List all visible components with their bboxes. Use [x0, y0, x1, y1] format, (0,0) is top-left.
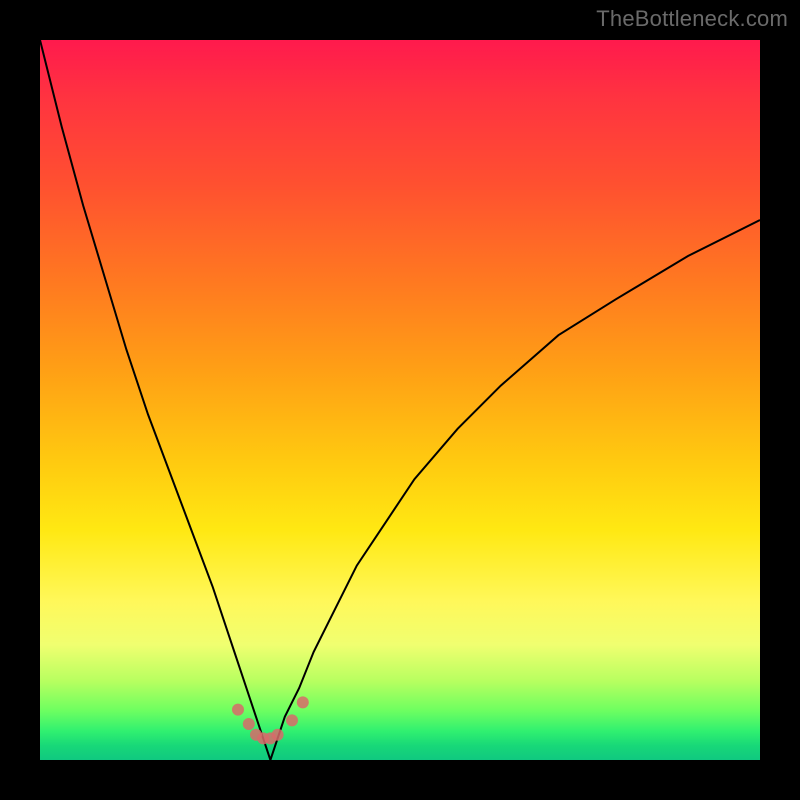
chart-overlay [40, 40, 760, 760]
valley-dot [286, 714, 298, 726]
curve-left-branch [40, 40, 270, 760]
valley-dot [297, 696, 309, 708]
watermark-text: TheBottleneck.com [596, 6, 788, 32]
valley-dot [232, 704, 244, 716]
valley-dot [272, 729, 284, 741]
valley-dot [243, 718, 255, 730]
valley-dots-group [232, 696, 309, 744]
curve-right-branch [270, 220, 760, 760]
